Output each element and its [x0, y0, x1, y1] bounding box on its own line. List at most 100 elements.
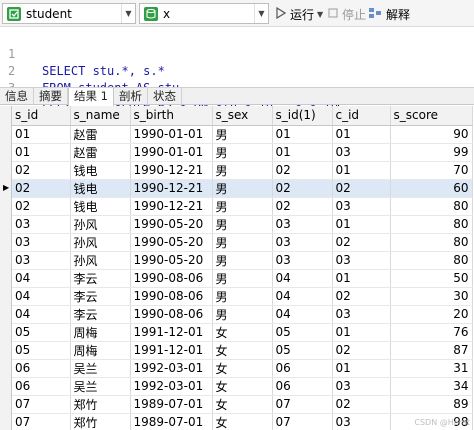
table-cell[interactable]: 男	[212, 215, 273, 234]
explain-button[interactable]: 解释	[368, 5, 410, 23]
table-cell[interactable]: 钱电	[70, 179, 131, 198]
column-header[interactable]: s_id(1)	[272, 106, 333, 126]
table-cell[interactable]: 07	[12, 395, 71, 414]
table-cell[interactable]: 03	[272, 233, 333, 252]
table-row[interactable]: 03 孙风 1990-05-20 男 03 01 80	[12, 215, 473, 234]
table-cell[interactable]: 02	[332, 233, 391, 252]
table-cell[interactable]: 06	[272, 377, 333, 396]
table-cell[interactable]: 男	[212, 197, 273, 216]
table-cell[interactable]: 男	[212, 125, 273, 144]
column-header[interactable]: s_score	[390, 106, 473, 126]
table-cell[interactable]: 01	[332, 269, 391, 288]
table-cell[interactable]: 02	[332, 287, 391, 306]
table-cell[interactable]: 03	[332, 197, 391, 216]
table-cell[interactable]: 02	[272, 161, 333, 180]
table-cell[interactable]: 02	[272, 197, 333, 216]
table-cell[interactable]: 李云	[70, 287, 131, 306]
table-cell[interactable]: 05	[272, 341, 333, 360]
table-cell[interactable]: 男	[212, 287, 273, 306]
tab-1[interactable]: 摘要	[34, 88, 68, 105]
table-cell[interactable]: 31	[390, 359, 473, 378]
table-cell[interactable]: 1990-05-20	[130, 215, 213, 234]
table-cell[interactable]: 1990-08-06	[130, 305, 213, 324]
table-cell[interactable]: 周梅	[70, 341, 131, 360]
table-cell[interactable]: 06	[12, 359, 71, 378]
table-row[interactable]: 06 吴兰 1992-03-01 女 06 01 31	[12, 359, 473, 378]
table-cell[interactable]: 钱电	[70, 161, 131, 180]
table-cell[interactable]: 04	[272, 305, 333, 324]
table-row[interactable]: 04 李云 1990-08-06 男 04 02 30	[12, 287, 473, 306]
table-cell[interactable]: 50	[390, 269, 473, 288]
table-cell[interactable]: 男	[212, 233, 273, 252]
table-cell[interactable]: 05	[272, 323, 333, 342]
table-cell[interactable]: 1989-07-01	[130, 413, 213, 430]
table-cell[interactable]: 03	[332, 143, 391, 162]
table-row[interactable]: 04 李云 1990-08-06 男 04 01 50	[12, 269, 473, 288]
table-cell[interactable]: 1992-03-01	[130, 377, 213, 396]
database-select[interactable]: student ▼	[2, 3, 136, 24]
table-cell[interactable]: 女	[212, 341, 273, 360]
table-cell[interactable]: 1990-08-06	[130, 269, 213, 288]
column-header[interactable]: s_name	[70, 106, 131, 126]
table-cell[interactable]: 02	[12, 179, 71, 198]
tab-4[interactable]: 状态	[148, 88, 182, 105]
table-cell[interactable]: 1990-12-21	[130, 197, 213, 216]
table-cell[interactable]: 01	[272, 125, 333, 144]
table-row[interactable]: 02 钱电 1990-12-21 男 02 01 70	[12, 161, 473, 180]
table-cell[interactable]: 70	[390, 161, 473, 180]
column-header[interactable]: s_sex	[212, 106, 273, 126]
table-row[interactable]: 05 周梅 1991-12-01 女 05 01 76	[12, 323, 473, 342]
table-cell[interactable]: 女	[212, 395, 273, 414]
table-cell[interactable]: 周梅	[70, 323, 131, 342]
table-cell[interactable]: 1990-05-20	[130, 251, 213, 270]
table-cell[interactable]: 1989-07-01	[130, 395, 213, 414]
table-cell[interactable]: 99	[390, 143, 473, 162]
table-cell[interactable]: 01	[332, 125, 391, 144]
table-cell[interactable]: 80	[390, 215, 473, 234]
table-cell[interactable]: 01	[332, 215, 391, 234]
table-cell[interactable]: 90	[390, 125, 473, 144]
table-cell[interactable]: 80	[390, 197, 473, 216]
column-header[interactable]: s_id	[12, 106, 71, 126]
table-cell[interactable]: 01	[332, 161, 391, 180]
table-cell[interactable]: 89	[390, 395, 473, 414]
table-cell[interactable]: 郑竹	[70, 395, 131, 414]
table-cell[interactable]: 李云	[70, 305, 131, 324]
table-cell[interactable]: 李云	[70, 269, 131, 288]
table-cell[interactable]: 03	[12, 251, 71, 270]
table-cell[interactable]: 钱电	[70, 197, 131, 216]
table-cell[interactable]: 吴兰	[70, 359, 131, 378]
table-cell[interactable]: 男	[212, 179, 273, 198]
table-cell[interactable]: 06	[272, 359, 333, 378]
table-cell[interactable]: 女	[212, 323, 273, 342]
table-cell[interactable]: 04	[12, 305, 71, 324]
table-cell[interactable]: 男	[212, 143, 273, 162]
table-cell[interactable]: 赵雷	[70, 143, 131, 162]
table-cell[interactable]: 06	[12, 377, 71, 396]
table-cell[interactable]: 03	[332, 413, 391, 430]
table-row[interactable]: 02 钱电 1990-12-21 男 02 02 60	[12, 179, 473, 198]
table-cell[interactable]: 05	[12, 341, 71, 360]
table-row[interactable]: 02 钱电 1990-12-21 男 02 03 80	[12, 197, 473, 216]
table-cell[interactable]: 01	[332, 323, 391, 342]
table-cell[interactable]: 1990-12-21	[130, 179, 213, 198]
table-cell[interactable]: 女	[212, 377, 273, 396]
table-cell[interactable]: 07	[272, 395, 333, 414]
table-cell[interactable]: 03	[12, 215, 71, 234]
column-header[interactable]: s_birth	[130, 106, 213, 126]
table-row[interactable]: 03 孙风 1990-05-20 男 03 03 80	[12, 251, 473, 270]
table-cell[interactable]: 1990-01-01	[130, 143, 213, 162]
table-cell[interactable]: 04	[12, 269, 71, 288]
table-cell[interactable]: 男	[212, 269, 273, 288]
table-cell[interactable]: 34	[390, 377, 473, 396]
table-cell[interactable]: 1990-05-20	[130, 233, 213, 252]
table-cell[interactable]: 郑竹	[70, 413, 131, 430]
result-grid[interactable]: ▶ s_id s_name s_birth s_sex s_id(1) c_id s_sco…	[0, 106, 474, 430]
table-cell[interactable]: 1990-01-01	[130, 125, 213, 144]
table-cell[interactable]: 男	[212, 305, 273, 324]
table-cell[interactable]: 孙风	[70, 233, 131, 252]
table-cell[interactable]: 02	[332, 395, 391, 414]
run-button[interactable]: 运行 ▼	[276, 5, 323, 23]
table-cell[interactable]: 04	[12, 287, 71, 306]
table-cell[interactable]: 04	[272, 269, 333, 288]
